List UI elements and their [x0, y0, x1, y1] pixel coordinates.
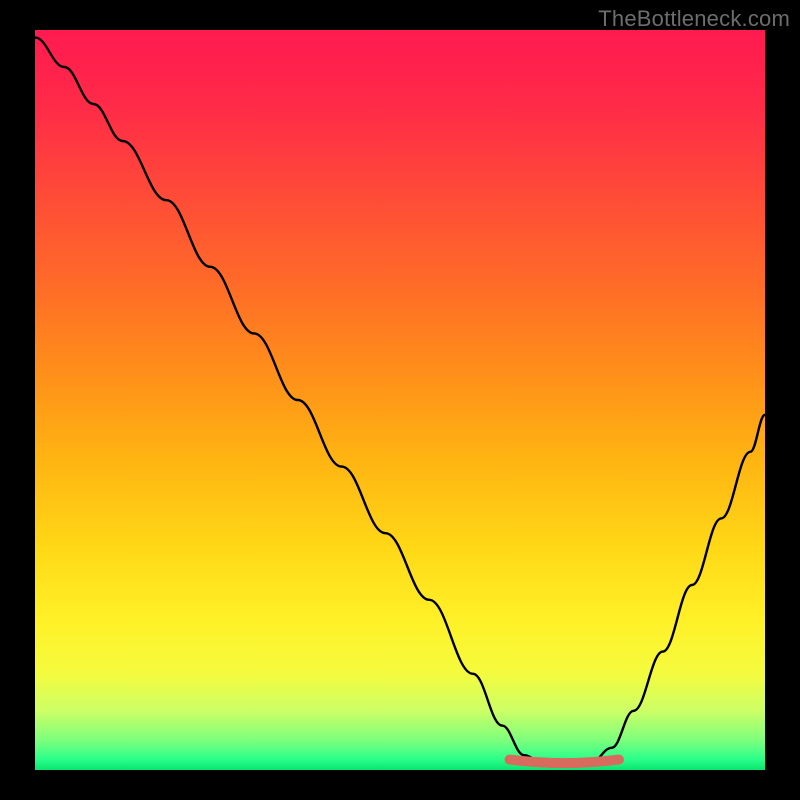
plot-area [35, 30, 765, 770]
optimum-marker-band [510, 760, 620, 764]
chart-frame: TheBottleneck.com [0, 0, 800, 800]
chart-svg [35, 30, 765, 770]
watermark-text: TheBottleneck.com [598, 6, 790, 32]
